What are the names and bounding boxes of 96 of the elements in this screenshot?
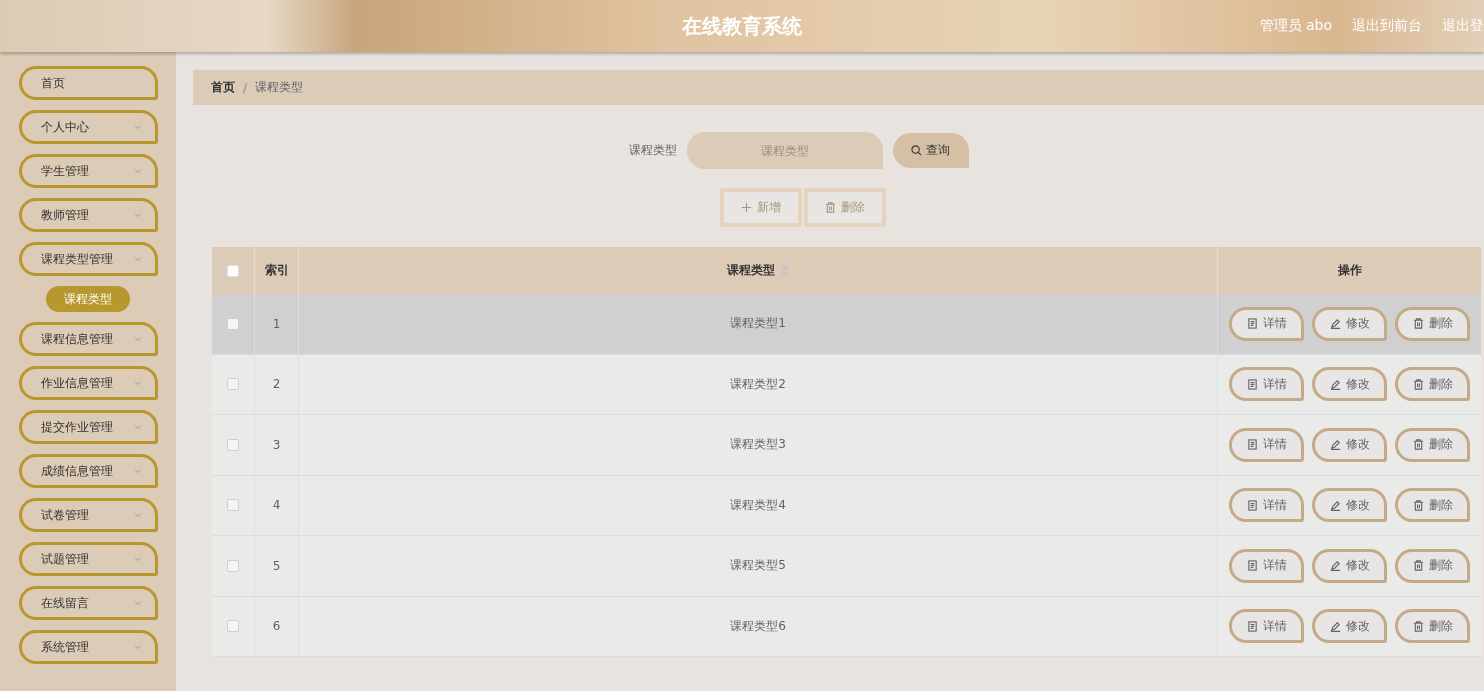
chevron-icon [133,466,143,476]
table-cell: 课程类型2 [730,375,786,393]
chevron-icon [133,554,143,564]
sidebar-subitem[interactable]: 课程类型 [46,286,130,312]
document-icon [1246,560,1258,572]
detail-button[interactable]: 详情 [1229,488,1304,523]
table-cell: 课程类型5 [730,557,786,575]
pencil-icon [1329,378,1341,390]
checkbox[interactable] [227,317,239,330]
delete-button[interactable]: 删除 [1395,427,1470,462]
delete-button[interactable]: 删除 [1395,488,1470,523]
table-cell: 3 [272,437,281,452]
checkbox[interactable] [227,620,239,633]
table-cell: 课程类型3 [730,436,786,454]
checkbox[interactable] [227,264,239,277]
checkbox[interactable] [227,559,239,572]
search-icon [911,145,922,156]
table-cell: 课程类型1 [730,315,786,333]
pencil-icon [1329,560,1341,572]
chevron-icon [133,166,143,176]
search-button[interactable]: 查询 [892,133,969,168]
document-icon [1246,318,1258,330]
edit-button[interactable]: 修改 [1312,367,1387,402]
checkbox[interactable] [227,499,239,512]
trash-icon [1412,318,1424,330]
sidebar-item[interactable]: 学生管理 [19,154,158,188]
table-cell: 6 [272,619,281,634]
chevron-icon [133,210,143,220]
column-header[interactable]: 课程类型 [727,262,775,279]
pencil-icon [1329,318,1341,330]
detail-button[interactable]: 详情 [1229,427,1304,462]
sidebar-item[interactable]: 课程信息管理 [19,322,158,356]
app-title: 在线教育系统 [682,12,802,40]
chevron-icon [133,510,143,520]
column-header: 索引 [264,262,289,279]
trash-icon [824,202,836,213]
chevron-icon [133,122,143,132]
table-cell: 4 [272,498,281,513]
trash-icon [1412,560,1424,572]
sidebar-item[interactable]: 首页 [19,66,158,100]
sidebar-item[interactable]: 提交作业管理 [19,410,158,444]
document-icon [1246,620,1258,632]
table-cell: 课程类型6 [730,617,786,635]
edit-button[interactable]: 修改 [1312,609,1387,644]
sidebar-item[interactable]: 系统管理 [19,630,158,664]
checkbox[interactable] [227,378,239,391]
delete-button[interactable]: 删除 [1395,367,1470,402]
delete-button[interactable]: 删除 [1395,306,1470,341]
edit-button[interactable]: 修改 [1312,306,1387,341]
user-label: 管理员 abo [1259,17,1332,35]
edit-button[interactable]: 修改 [1312,488,1387,523]
sort-icon[interactable] [781,265,789,276]
delete-button[interactable]: 删除 [1395,609,1470,644]
sidebar-item[interactable]: 试卷管理 [19,498,158,532]
edit-button[interactable]: 修改 [1312,548,1387,583]
chevron-icon [133,254,143,264]
detail-button[interactable]: 详情 [1229,548,1304,583]
sidebar-item[interactable]: 课程类型管理 [19,242,158,276]
trash-icon [1412,499,1424,511]
document-icon [1246,378,1258,390]
detail-button[interactable]: 详情 [1229,609,1304,644]
chevron-icon [133,378,143,388]
detail-button[interactable]: 详情 [1229,306,1304,341]
breadcrumb-item[interactable]: 首页 [211,79,235,96]
sidebar-item[interactable]: 个人中心 [19,110,158,144]
pencil-icon [1329,499,1341,511]
trash-icon [1412,620,1424,632]
table-cell: 5 [272,558,281,573]
chevron-icon [133,334,143,344]
chevron-icon [133,598,143,608]
search-label: 课程类型 [628,142,677,159]
column-header: 操作 [1337,262,1362,279]
checkbox[interactable] [227,438,239,451]
search-field[interactable]: 课程类型 [686,132,883,169]
chevron-icon [133,642,143,652]
breadcrumb-item: 课程类型 [255,79,304,96]
table-cell: 1 [272,316,281,331]
sidebar-item[interactable]: 作业信息管理 [19,366,158,400]
pencil-icon [1329,439,1341,451]
chevron-icon [133,422,143,432]
sidebar-item[interactable]: 试题管理 [19,542,158,576]
table-cell: 课程类型4 [730,496,786,514]
sidebar-item[interactable]: 在线留言 [19,586,158,620]
plus-icon [740,202,752,213]
document-icon [1246,499,1258,511]
sidebar-item[interactable]: 成绩信息管理 [19,454,158,488]
breadcrumb-separator: / [243,80,248,95]
delete-button[interactable]: 删除 [1395,548,1470,583]
edit-button[interactable]: 修改 [1312,427,1387,462]
table-cell: 2 [272,377,281,392]
trash-icon [1412,378,1424,390]
trash-icon [1412,439,1424,451]
sidebar-item[interactable]: 教师管理 [19,198,158,232]
document-icon [1246,439,1258,451]
detail-button[interactable]: 详情 [1229,367,1304,402]
pencil-icon [1329,620,1341,632]
